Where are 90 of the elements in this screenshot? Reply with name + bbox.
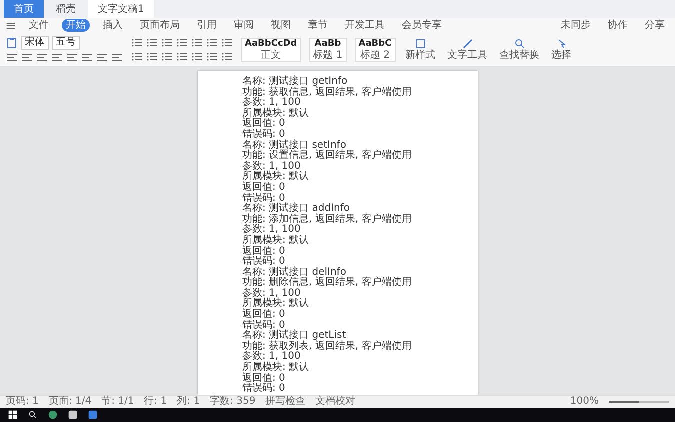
text-line: 功能: 获取信息, 返回结果, 客户端使用 — [242, 88, 413, 98]
text-line: 名称: 测试接口 addInfo — [242, 204, 350, 214]
text-line: 返回值: 0 — [242, 374, 286, 384]
toolbar-link[interactable]: 协作 — [604, 19, 632, 32]
list-icon[interactable] — [161, 36, 173, 48]
text-line: 功能: 删除信息, 返回结果, 客户端使用 — [242, 278, 413, 288]
list-icon[interactable] — [131, 36, 143, 48]
toolbar-link[interactable]: 未同步 — [557, 19, 595, 32]
align-icon[interactable] — [81, 52, 93, 64]
text-line: 所属模块: 默认 — [242, 108, 310, 119]
status-item: 列: 1 — [177, 396, 200, 408]
ribbon-tool-button[interactable]: 查找替换 — [498, 38, 542, 61]
text-line: 参数: 1, 100 — [242, 352, 301, 362]
text-line: 返回值: 0 — [242, 119, 286, 130]
status-item: 节: 1/1 — [102, 396, 134, 408]
text-line: 返回值: 0 — [242, 182, 286, 193]
list-icon[interactable] — [191, 50, 203, 62]
title-tab[interactable]: 稻壳 — [46, 0, 86, 18]
text-line: 名称: 测试接口 delInfo — [242, 268, 346, 278]
list-icon[interactable] — [146, 36, 158, 48]
list-icon[interactable] — [176, 50, 188, 62]
status-item: 页面: 1/4 — [48, 396, 92, 408]
text-line: 名称: 测试接口 getInfo — [242, 77, 349, 87]
align-icon[interactable] — [111, 52, 123, 64]
text-line: 错误码: 0 — [242, 130, 286, 140]
ribbon-tab[interactable]: 开始 — [62, 19, 90, 32]
list-icon[interactable] — [221, 50, 233, 62]
text-line: 返回值: 0 — [242, 246, 286, 256]
list-icon[interactable] — [221, 36, 233, 48]
clipboard-icon[interactable] — [6, 36, 18, 48]
status-item: 拼写检查 — [266, 396, 306, 408]
ribbon-tab[interactable]: 审阅 — [230, 19, 258, 32]
text-line: 所属模块: 默认 — [242, 363, 310, 374]
status-item: 行: 1 — [144, 396, 168, 408]
style-preset[interactable]: AaBb 标题 1 — [309, 38, 347, 62]
text-line: 所属模块: 默认 — [242, 236, 310, 246]
ribbon-tab[interactable]: 开发工具 — [341, 19, 389, 32]
align-icon[interactable] — [66, 52, 78, 64]
style-preset[interactable]: AaBbC 标题 2 — [354, 38, 396, 62]
align-icon[interactable] — [36, 52, 48, 64]
list-icon[interactable] — [176, 36, 188, 48]
align-icon[interactable] — [51, 52, 63, 64]
list-icon[interactable] — [146, 50, 158, 62]
text-line: 错误码: 0 — [242, 257, 286, 268]
ribbon-tool-button[interactable]: 文字工具 — [446, 38, 490, 61]
ribbon-tab[interactable]: 视图 — [267, 19, 295, 32]
text-line: 参数: 1, 100 — [242, 225, 301, 236]
text-line: 名称: 测试接口 getList — [242, 331, 346, 342]
list-icon[interactable] — [191, 36, 203, 48]
text-line: 所属模块: 默认 — [242, 172, 310, 182]
ribbon-tab[interactable]: 会员专享 — [398, 19, 446, 32]
text-line: 错误码: 0 — [242, 384, 286, 395]
status-item: 字数: 359 — [210, 396, 256, 408]
text-line: 名称: 测试接口 setInfo — [242, 140, 346, 151]
status-item: 页码: 1 — [6, 396, 39, 408]
text-line: 错误码: 0 — [242, 320, 286, 331]
text-line: 返回值: 0 — [242, 310, 286, 320]
align-icon[interactable] — [96, 52, 108, 64]
ribbon-tab[interactable]: 章节 — [304, 19, 332, 32]
text-line: 参数: 1, 100 — [242, 162, 301, 172]
windows-icon[interactable] — [8, 410, 18, 420]
text-line: 错误码: 0 — [242, 194, 286, 204]
align-icon[interactable] — [21, 52, 33, 64]
ribbon-tab[interactable]: 引用 — [193, 19, 221, 32]
list-icon[interactable] — [206, 36, 218, 48]
zoom-level: 100% — [570, 396, 599, 408]
text-line: 参数: 1, 100 — [242, 98, 301, 108]
ribbon-tab[interactable]: 页面布局 — [136, 19, 184, 32]
title-tab[interactable]: 文字文稿1 — [88, 0, 154, 18]
list-icon[interactable] — [206, 50, 218, 62]
list-icon[interactable] — [131, 50, 143, 62]
search-icon[interactable] — [28, 410, 38, 420]
text-line: 所属模块: 默认 — [242, 299, 310, 310]
text-line: 功能: 添加信息, 返回结果, 客户端使用 — [242, 214, 413, 225]
text-line: 功能: 获取列表, 返回结果, 客户端使用 — [242, 342, 413, 352]
font-field[interactable]: 宋体 — [21, 36, 49, 50]
title-tab[interactable]: 首页 — [4, 0, 44, 18]
menu-icon[interactable] — [6, 20, 16, 30]
text-line: 功能: 设置信息, 返回结果, 客户端使用 — [242, 151, 413, 162]
style-preset[interactable]: AaBbCcDd 正文 — [241, 38, 302, 62]
ribbon-tool-button[interactable]: 新样式 — [404, 38, 438, 61]
file-menu[interactable]: 文件 — [25, 19, 53, 32]
list-icon[interactable] — [161, 50, 173, 62]
status-item: 文档校对 — [316, 396, 356, 408]
ribbon-tool-button[interactable]: 选择 — [550, 38, 574, 61]
align-icon[interactable] — [6, 52, 18, 64]
text-line: 参数: 1, 100 — [242, 288, 301, 299]
ribbon-tab[interactable]: 插入 — [99, 19, 127, 32]
toolbar-link[interactable]: 分享 — [641, 19, 669, 32]
font-size-field[interactable]: 五号 — [52, 36, 80, 50]
